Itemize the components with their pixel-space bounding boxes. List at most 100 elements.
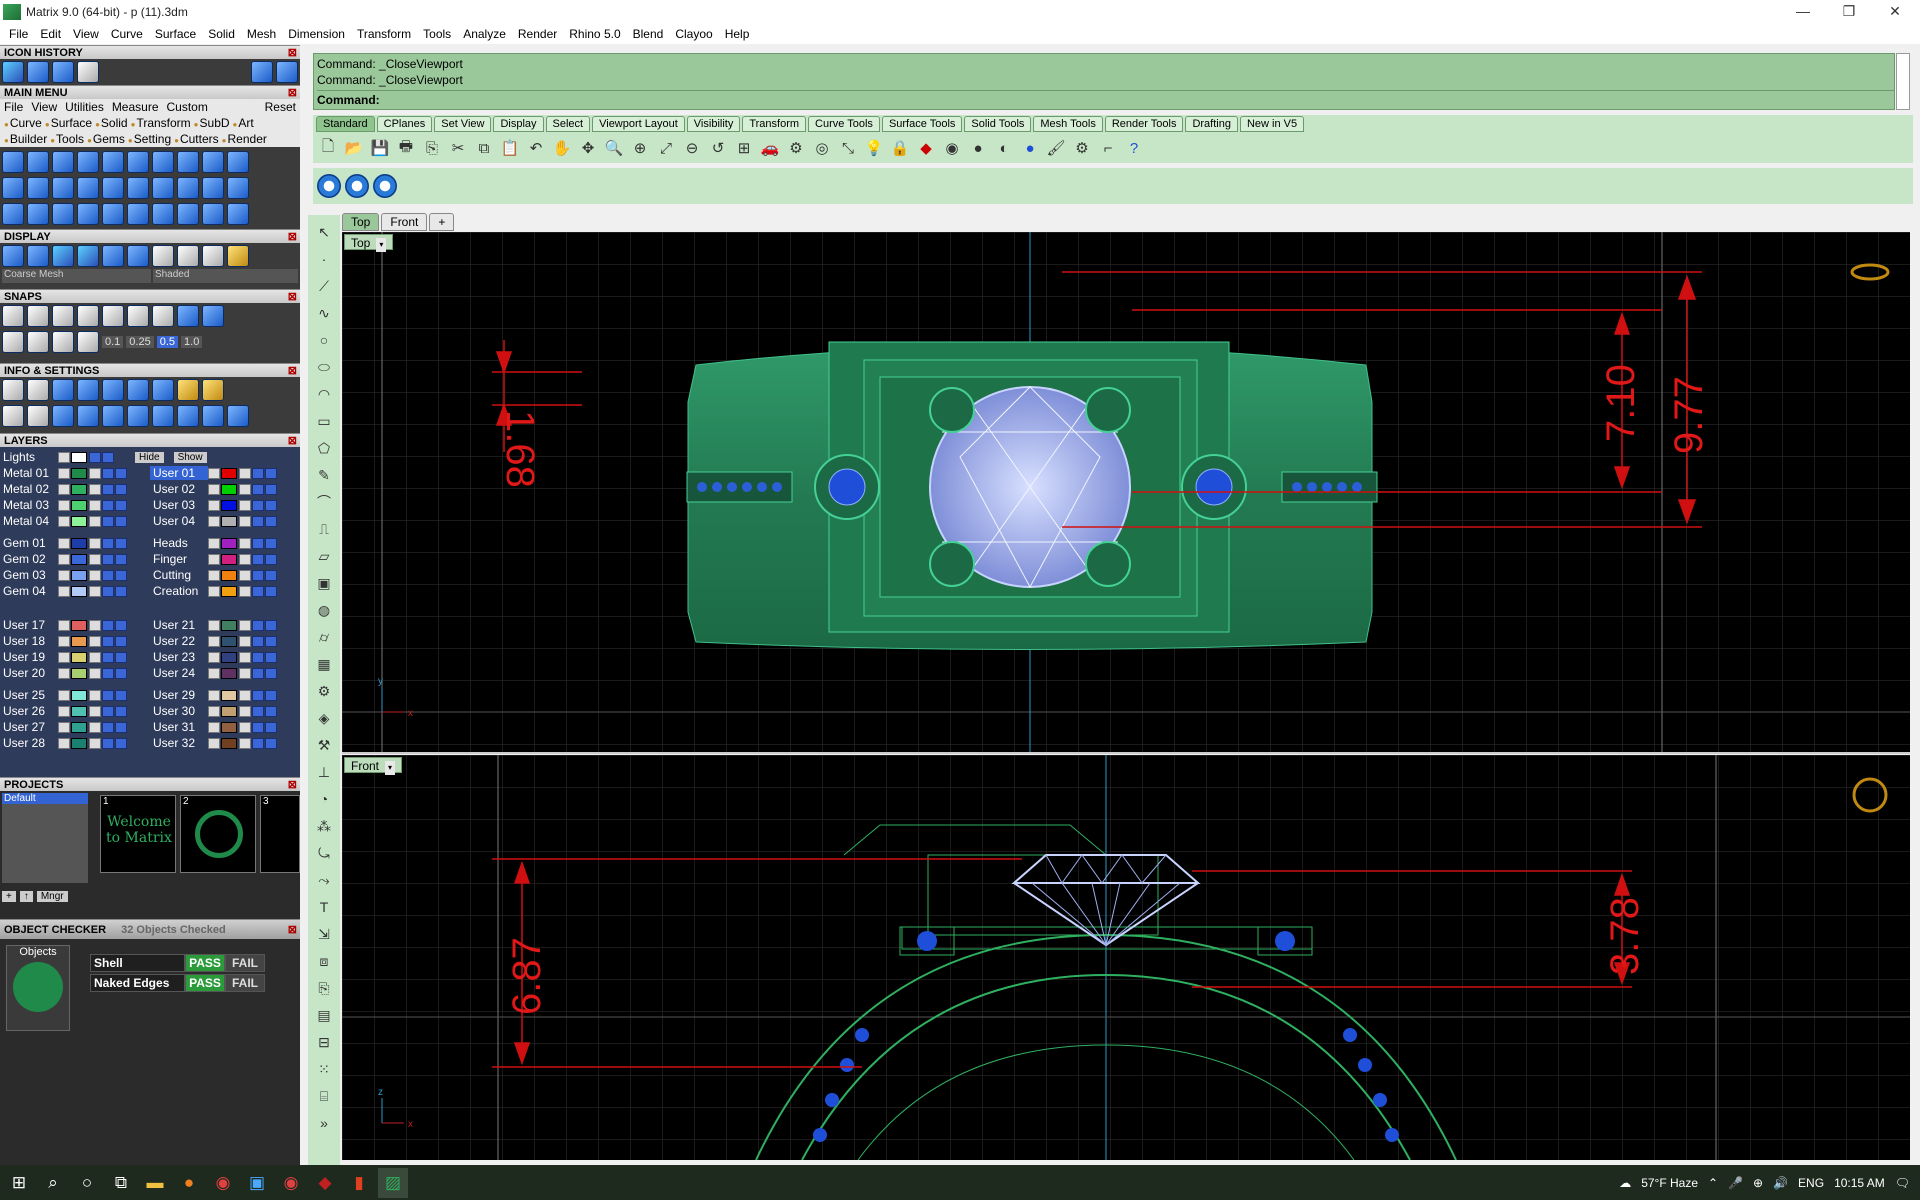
surface-icon[interactable]: ▱ bbox=[314, 545, 334, 567]
layer-current-toggle[interactable] bbox=[58, 705, 70, 717]
layer-color-swatch[interactable] bbox=[71, 721, 87, 733]
layer-current-toggle[interactable] bbox=[208, 515, 220, 527]
cut-icon[interactable]: ✂ bbox=[447, 137, 469, 159]
eye-icon[interactable] bbox=[252, 515, 264, 527]
layer-current-toggle[interactable] bbox=[208, 667, 220, 679]
sphere-icon[interactable]: ◍ bbox=[314, 599, 334, 621]
layer-color-swatch[interactable] bbox=[221, 705, 237, 717]
chevron-up-icon[interactable]: ⌃ bbox=[1708, 1176, 1718, 1190]
layer-current-toggle[interactable] bbox=[208, 483, 220, 495]
cubes-icon[interactable] bbox=[77, 379, 99, 401]
ghost-icon[interactable] bbox=[127, 245, 149, 267]
import-icon[interactable]: ⎘ bbox=[421, 137, 443, 159]
eye-icon[interactable] bbox=[252, 619, 264, 631]
mm-gems[interactable]: Gems bbox=[87, 132, 125, 146]
eye-icon[interactable] bbox=[102, 689, 114, 701]
layer-row[interactable]: User 26 bbox=[0, 703, 150, 719]
brush-icon[interactable]: 🖌 bbox=[1045, 137, 1067, 159]
layer-color-swatch[interactable] bbox=[221, 651, 237, 663]
eye-icon[interactable] bbox=[102, 537, 114, 549]
layer-current-toggle[interactable] bbox=[58, 737, 70, 749]
layer-current-toggle[interactable] bbox=[58, 499, 70, 511]
lock-icon[interactable] bbox=[239, 619, 251, 631]
layer-row[interactable]: User 25 bbox=[0, 687, 150, 703]
snap-value-1-0[interactable]: 1.0 bbox=[181, 336, 203, 348]
chevron-down-icon[interactable]: ▾ bbox=[385, 761, 396, 775]
lock-icon[interactable] bbox=[89, 705, 101, 717]
layer-name[interactable]: Metal 02 bbox=[0, 482, 58, 496]
print-layer-icon[interactable] bbox=[115, 689, 127, 701]
layer-row[interactable]: User 20 bbox=[0, 665, 150, 681]
wireframe-icon[interactable] bbox=[2, 245, 24, 267]
cage-icon[interactable]: ⌸ bbox=[314, 1085, 334, 1107]
ring-size-icon[interactable] bbox=[227, 203, 249, 225]
layer-name[interactable]: User 30 bbox=[150, 704, 208, 718]
layer-name[interactable]: Metal 04 bbox=[0, 514, 58, 528]
layer-color-swatch[interactable] bbox=[71, 737, 87, 749]
array-tool-icon[interactable] bbox=[202, 203, 224, 225]
menu-tools[interactable]: Tools bbox=[417, 27, 457, 41]
filter-icon[interactable] bbox=[102, 405, 124, 427]
print-layer-icon[interactable] bbox=[265, 499, 277, 511]
eye-icon[interactable] bbox=[102, 553, 114, 565]
point-snap-icon[interactable] bbox=[52, 305, 74, 327]
layer-name[interactable]: User 03 bbox=[150, 498, 208, 512]
layer-row[interactable]: Metal 02 bbox=[0, 481, 150, 497]
near-snap-icon[interactable] bbox=[27, 305, 49, 327]
print-layer-icon[interactable] bbox=[115, 499, 127, 511]
menu-edit[interactable]: Edit bbox=[34, 27, 67, 41]
lock-icon[interactable] bbox=[239, 721, 251, 733]
lights-lock-icon[interactable] bbox=[89, 451, 101, 463]
layer-name[interactable]: Gem 03 bbox=[0, 568, 58, 582]
mm-subd[interactable]: SubD bbox=[194, 116, 230, 130]
layer-name[interactable]: User 22 bbox=[150, 634, 208, 648]
arrow-right-icon[interactable] bbox=[276, 61, 298, 83]
menu-render[interactable]: Render bbox=[512, 27, 563, 41]
eye-icon[interactable] bbox=[252, 667, 264, 679]
layer-current-toggle[interactable] bbox=[58, 689, 70, 701]
print-layer-icon[interactable] bbox=[265, 651, 277, 663]
up-project-button[interactable]: ↑ bbox=[19, 891, 33, 902]
select-icon[interactable] bbox=[127, 405, 149, 427]
tab-cplanes[interactable]: CPlanes bbox=[376, 116, 433, 132]
lock-icon[interactable] bbox=[239, 667, 251, 679]
hammer-icon[interactable]: ⚒ bbox=[314, 734, 334, 756]
render-sphere-icon[interactable]: ● bbox=[967, 137, 989, 159]
more-icon[interactable]: » bbox=[314, 1112, 334, 1134]
notes-icon[interactable] bbox=[152, 405, 174, 427]
menu-dimension[interactable]: Dimension bbox=[282, 27, 351, 41]
checkmark-icon[interactable] bbox=[2, 61, 24, 83]
close-icon[interactable]: ⊠ bbox=[288, 364, 297, 378]
lock-icon[interactable] bbox=[89, 569, 101, 581]
lights-eye-icon[interactable] bbox=[102, 451, 114, 463]
color-wheel-icon[interactable]: ◉ bbox=[941, 137, 963, 159]
tab-top[interactable]: Top bbox=[342, 213, 380, 231]
print-layer-icon[interactable] bbox=[115, 537, 127, 549]
layer-color-swatch[interactable] bbox=[221, 499, 237, 511]
display-icon[interactable]: ▤ bbox=[314, 1004, 334, 1026]
print-layer-icon[interactable] bbox=[265, 705, 277, 717]
layer-color-swatch[interactable] bbox=[71, 467, 87, 479]
layer-name[interactable]: User 20 bbox=[0, 666, 58, 680]
grid-snap-icon[interactable] bbox=[2, 331, 24, 353]
layer-row[interactable]: User 30 bbox=[150, 703, 300, 719]
curve-tool-icon[interactable] bbox=[27, 151, 49, 173]
objects-box[interactable]: Objects bbox=[6, 945, 70, 1031]
paste-icon[interactable]: 📋 bbox=[499, 137, 521, 159]
cluster-icon[interactable]: ⁂ bbox=[314, 815, 334, 837]
new-file-icon[interactable]: 🗋 bbox=[317, 137, 339, 159]
print-layer-icon[interactable] bbox=[265, 619, 277, 631]
white-sphere-icon[interactable] bbox=[152, 245, 174, 267]
windows-start-icon[interactable]: ⊞ bbox=[4, 1168, 34, 1198]
lock-icon[interactable] bbox=[89, 689, 101, 701]
language-indicator[interactable]: ENG bbox=[1798, 1176, 1824, 1190]
close-icon[interactable]: ⊠ bbox=[288, 778, 297, 792]
arc-tool-icon[interactable] bbox=[77, 177, 99, 199]
mm-setting[interactable]: Setting bbox=[128, 132, 171, 146]
layer-current-toggle[interactable] bbox=[208, 737, 220, 749]
layer-name[interactable]: User 21 bbox=[150, 618, 208, 632]
network-icon[interactable]: ⊕ bbox=[1753, 1176, 1763, 1190]
print-layer-icon[interactable] bbox=[115, 705, 127, 717]
menu-transform[interactable]: Transform bbox=[351, 27, 417, 41]
eye-icon[interactable] bbox=[102, 721, 114, 733]
